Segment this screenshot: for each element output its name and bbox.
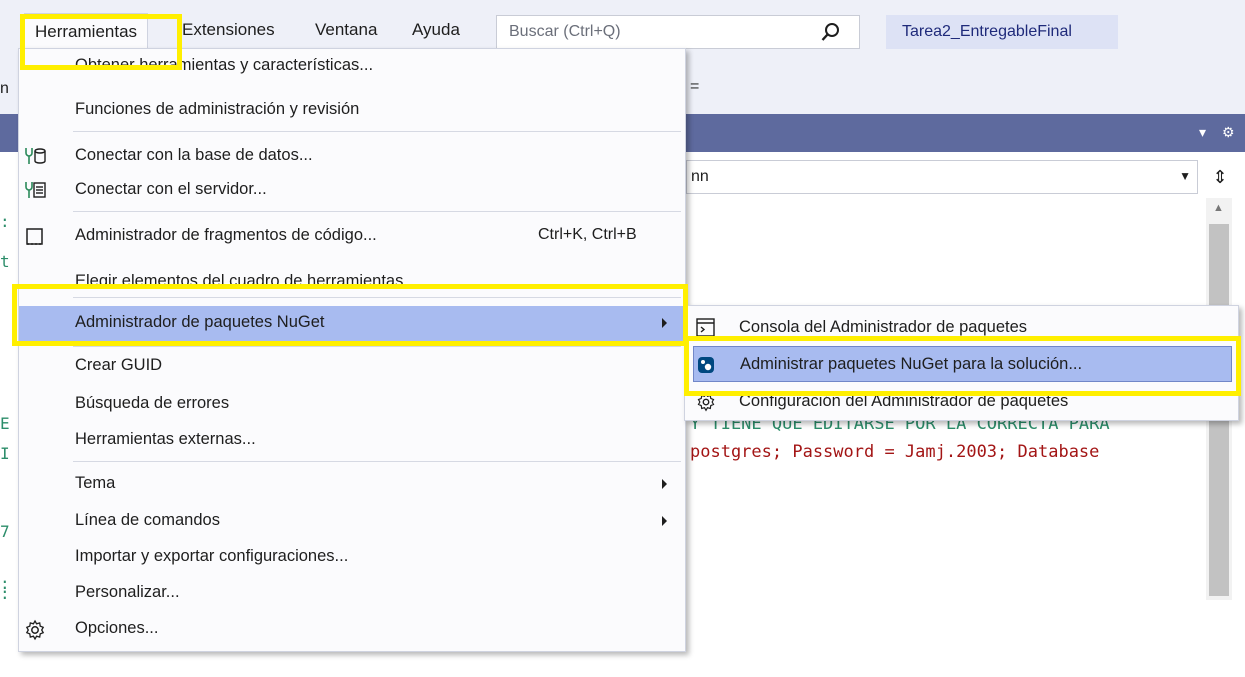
menu-item-tema[interactable]: Tema	[19, 467, 685, 502]
menu-separator	[73, 346, 681, 347]
menu-item-label: Tema	[75, 474, 116, 492]
scroll-up-icon[interactable]: ▲	[1213, 202, 1224, 214]
menu-item-label: Administrador de fragmentos de código...	[75, 226, 377, 244]
search-icon	[821, 22, 841, 47]
menu-item-personalizar[interactable]: Personalizar...	[19, 576, 685, 611]
code-fragment: :	[0, 584, 10, 603]
server-plug-icon	[23, 179, 47, 203]
menu-item-opciones[interactable]: Opciones...	[19, 612, 685, 647]
menu-item-label: Búsqueda de errores	[75, 394, 230, 412]
menu-separator	[73, 131, 681, 132]
toolbar-overflow-button[interactable]: =	[690, 78, 699, 96]
code-fragment: I	[0, 444, 10, 463]
annotation-highlight-administrar	[684, 336, 1241, 396]
menu-item-funciones-administracion[interactable]: Funciones de administración y revisión	[19, 93, 685, 128]
annotation-highlight-herramientas	[20, 14, 182, 70]
menu-extensiones[interactable]: Extensiones	[182, 20, 275, 40]
menu-ventana[interactable]: Ventana	[315, 20, 377, 40]
snippet-icon	[23, 225, 47, 249]
submenu-item-label: Consola del Administrador de paquetes	[739, 318, 1028, 336]
submenu-arrow-icon	[662, 516, 667, 526]
menu-item-busqueda-errores[interactable]: Búsqueda de errores	[19, 387, 685, 422]
annotation-highlight-nuget	[12, 284, 688, 346]
member-dropdown-value: nn	[691, 168, 709, 185]
menu-separator	[73, 211, 681, 212]
menu-item-crear-guid[interactable]: Crear GUID	[19, 349, 685, 384]
split-editor-icon[interactable]: ⇕	[1205, 160, 1235, 194]
chevron-down-icon[interactable]: ▾	[1199, 124, 1206, 141]
menu-item-label: Crear GUID	[75, 356, 163, 374]
submenu-arrow-icon	[662, 479, 667, 489]
menu-item-label: Herramientas externas...	[75, 430, 256, 448]
menu-item-label: Conectar con el servidor...	[75, 180, 267, 198]
code-fragment: 7	[0, 522, 10, 541]
menu-item-conectar-servidor[interactable]: Conectar con el servidor...	[19, 173, 685, 208]
menu-item-importar-exportar[interactable]: Importar y exportar configuraciones...	[19, 540, 685, 575]
database-plug-icon	[23, 145, 47, 169]
menu-item-linea-comandos[interactable]: Línea de comandos	[19, 504, 685, 539]
menu-item-conectar-base-datos[interactable]: Conectar con la base de datos...	[19, 139, 685, 174]
search-input[interactable]: Buscar (Ctrl+Q)	[496, 15, 860, 49]
menu-item-label: Importar y exportar configuraciones...	[75, 547, 349, 565]
menu-item-label: Línea de comandos	[75, 511, 220, 529]
member-dropdown[interactable]: nn ▼	[686, 160, 1198, 194]
menu-item-shortcut: Ctrl+K, Ctrl+B	[538, 226, 637, 243]
code-fragment: E	[0, 414, 10, 433]
menu-item-label: Conectar con la base de datos...	[75, 146, 313, 164]
menu-item-herramientas-externas[interactable]: Herramientas externas...	[19, 423, 685, 458]
code-fragment: :	[0, 212, 10, 231]
menu-item-label: Funciones de administración y revisión	[75, 100, 360, 118]
menu-item-administrador-fragmentos[interactable]: Administrador de fragmentos de código...…	[19, 219, 685, 254]
menu-item-label: Personalizar...	[75, 583, 180, 601]
menu-ayuda[interactable]: Ayuda	[412, 20, 460, 40]
menu-separator	[73, 461, 681, 462]
gear-icon	[23, 618, 47, 642]
toolbar-fragment: n	[0, 80, 9, 97]
search-placeholder: Buscar (Ctrl+Q)	[509, 23, 621, 40]
menu-item-label: Opciones...	[75, 619, 159, 637]
code-line-string: postgres; Password = Jamj.2003; Database	[690, 442, 1100, 462]
herramientas-menu: Obtener herramientas y características..…	[18, 48, 686, 652]
code-fragment: t	[0, 252, 10, 271]
project-name: Tarea2_EntregableFinal	[902, 23, 1072, 40]
project-name-badge[interactable]: Tarea2_EntregableFinal	[886, 15, 1118, 49]
gear-icon[interactable]: ⚙	[1222, 124, 1235, 141]
chevron-down-icon: ▼	[1179, 169, 1191, 183]
